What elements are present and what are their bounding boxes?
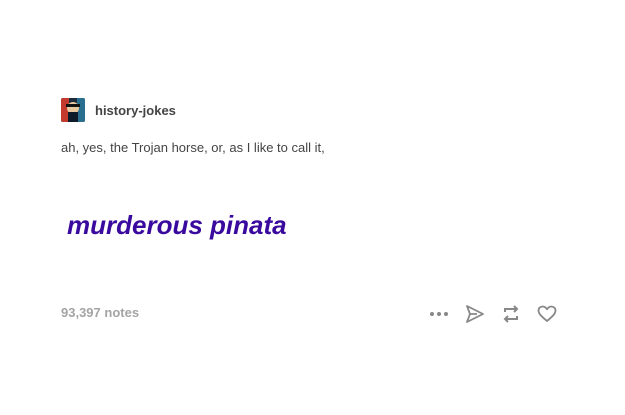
share-icon[interactable] xyxy=(464,303,486,325)
post-header: history-jokes xyxy=(61,98,176,122)
like-icon[interactable] xyxy=(536,303,558,325)
reblog-icon[interactable] xyxy=(500,303,522,325)
blog-name-link[interactable]: history-jokes xyxy=(95,103,176,118)
post-body-text: ah, yes, the Trojan horse, or, as I like… xyxy=(61,140,325,155)
blog-avatar-icon[interactable] xyxy=(61,98,85,122)
post-big-text: murderous pinata xyxy=(67,210,287,240)
post-actions xyxy=(428,303,558,325)
notes-count[interactable]: 93,397 notes xyxy=(61,305,139,320)
more-icon[interactable] xyxy=(428,303,450,325)
